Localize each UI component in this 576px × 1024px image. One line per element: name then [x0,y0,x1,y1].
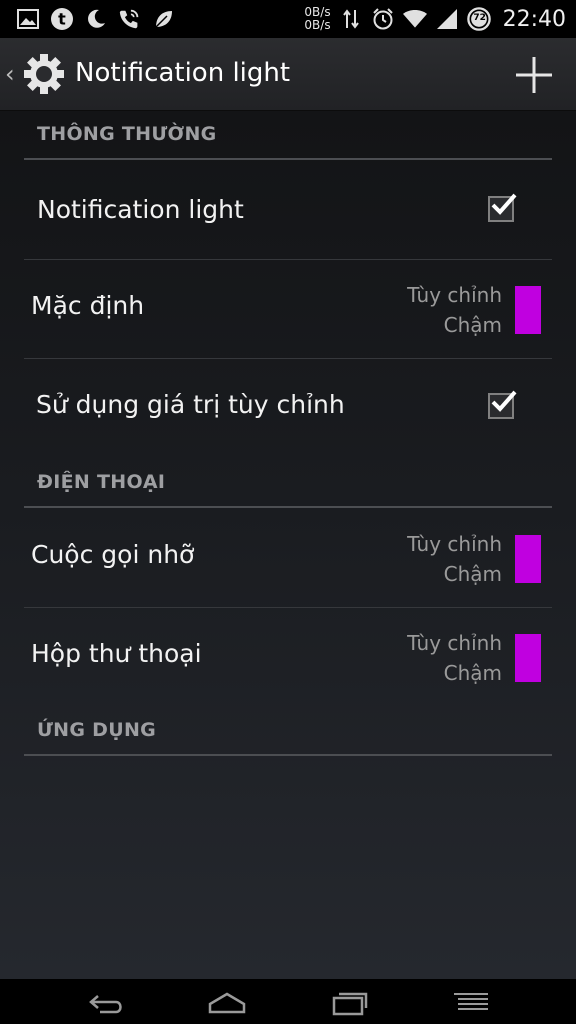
battery-icon: 72 [466,7,491,31]
moon-icon [84,7,108,31]
pref-default[interactable]: Mặc định Tùy chỉnh Chậm [24,260,552,358]
pref-default-summary: Tùy chỉnh Chậm [407,280,502,340]
pref-missed-call[interactable]: Cuộc gọi nhỡ Tùy chỉnh Chậm [24,509,552,607]
menu-icon[interactable] [452,988,492,1016]
pref-notification-light-title: Notification light [37,195,244,224]
phone-wifi-icon [118,7,142,31]
checkmark-icon [491,193,517,215]
section-header-apps-label: ỨNG DỤNG [37,719,157,741]
pref-missed-call-color-swatch [515,535,541,583]
pref-default-color-swatch [515,286,541,334]
pref-default-title: Mặc định [31,291,145,320]
tumblr-icon: t [50,7,74,31]
clock: 22:40 [502,6,566,32]
pref-voicemail[interactable]: Hộp thư thoại Tùy chỉnh Chậm [24,608,552,706]
signal-icon [435,7,459,31]
svg-text:t: t [58,10,66,29]
net-down-text: 0B/s [304,18,331,32]
pref-missed-call-summary-line2: Chậm [443,562,502,586]
pref-default-summary-line2: Chậm [443,313,502,337]
checkmark-icon [491,390,517,412]
pref-use-custom-title: Sử dụng giá trị tùy chỉnh [36,390,345,419]
pref-missed-call-summary: Tùy chỉnh Chậm [407,529,502,589]
battery-level-text: 72 [473,13,486,23]
page-title: Notification light [75,58,291,88]
pref-use-custom[interactable]: Sử dụng giá trị tùy chỉnh [24,359,552,457]
recents-icon[interactable] [330,988,370,1016]
pref-voicemail-color-swatch [515,634,541,682]
notification-light-checkbox[interactable] [488,193,517,222]
section-header-phone: ĐIỆN THOẠI [24,471,552,508]
back-icon[interactable] [86,988,126,1016]
pref-voicemail-summary-line1: Tùy chỉnh [407,631,502,655]
section-header-apps: ỨNG DỤNG [24,719,552,756]
network-speed: 0B/s 0B/s [304,6,330,32]
section-header-general-label: THÔNG THƯỜNG [37,123,217,145]
pref-missed-call-title: Cuộc gọi nhỡ [31,540,195,569]
pref-voicemail-title: Hộp thư thoại [31,639,202,668]
action-bar: ‹ Notification light [0,38,576,111]
use-custom-checkbox[interactable] [488,390,517,419]
gallery-icon [16,7,40,31]
section-header-general: THÔNG THƯỜNG [24,123,552,160]
leaf-icon [152,7,176,31]
preferences-list: THÔNG THƯỜNG Notification light Mặc định… [0,111,576,979]
home-icon[interactable] [207,988,247,1016]
alarm-icon [371,7,395,31]
pref-default-summary-line1: Tùy chỉnh [407,283,502,307]
up-chevron-icon[interactable]: ‹ [5,60,15,88]
pref-voicemail-summary-line2: Chậm [443,661,502,685]
navigation-bar [0,979,576,1024]
status-bar: t 0B/s 0B/s 72 22:40 [0,0,576,38]
pref-notification-light[interactable]: Notification light [24,161,552,259]
wifi-icon [402,7,427,31]
pref-missed-call-summary-line1: Tùy chỉnh [407,532,502,556]
section-header-phone-label: ĐIỆN THOẠI [37,471,166,493]
network-activity-icon [339,7,363,31]
settings-gear-icon[interactable] [20,50,68,98]
add-button[interactable] [514,55,554,95]
pref-voicemail-summary: Tùy chỉnh Chậm [407,628,502,688]
